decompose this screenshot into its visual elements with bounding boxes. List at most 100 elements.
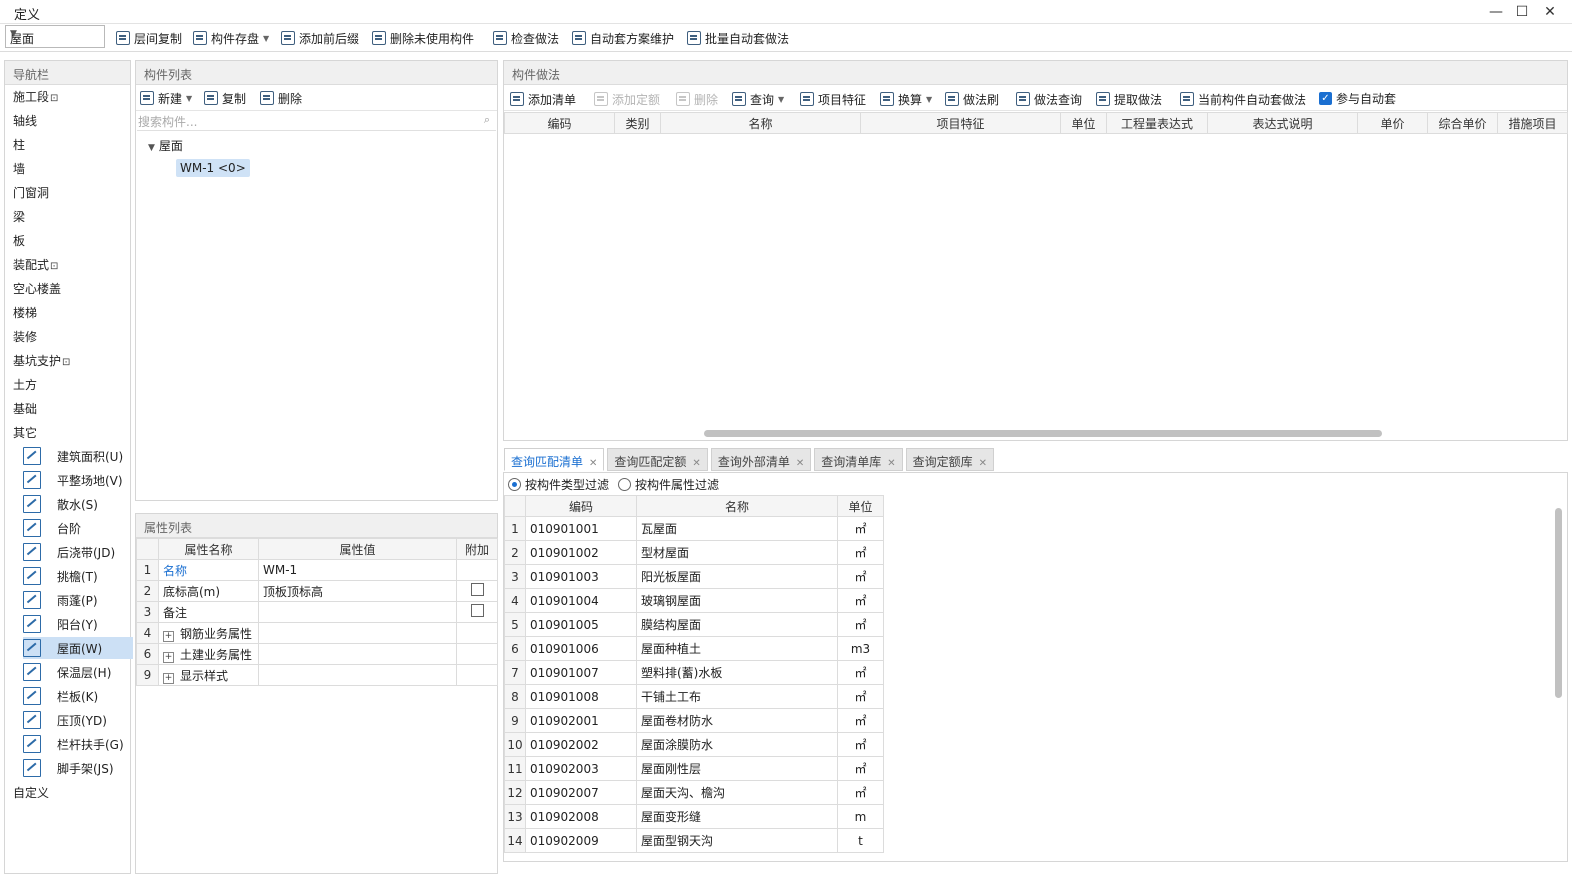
filter-type-radio[interactable]: 按构件类型过滤: [508, 476, 609, 493]
column-header[interactable]: 项目特征: [860, 112, 1061, 134]
add-prefix-suffix-button[interactable]: 添加前后缀: [281, 29, 359, 47]
component-type-select[interactable]: 屋面 ▼: [5, 25, 105, 48]
nav-sub-item[interactable]: 保温层(H): [23, 661, 133, 683]
expand-icon[interactable]: +: [163, 672, 174, 684]
table-row[interactable]: 1 010901001 瓦屋面㎡: [504, 516, 884, 541]
property-value-cell[interactable]: 顶板顶标高: [258, 580, 457, 602]
close-icon[interactable]: ✕: [1540, 2, 1560, 22]
nav-item[interactable]: 墙: [13, 159, 25, 179]
nav-item[interactable]: 基坑支护⊡: [13, 351, 70, 371]
table-row[interactable]: 2 010901002 型材屋面㎡: [504, 540, 884, 565]
property-value-cell[interactable]: WM-1: [258, 559, 457, 581]
nav-item[interactable]: 空心楼盖: [13, 279, 61, 299]
column-header[interactable]: 工程量表达式: [1106, 112, 1208, 134]
nav-item[interactable]: 轴线: [13, 111, 37, 131]
table-row[interactable]: 9 + 显示样式: [136, 664, 498, 686]
property-value-cell[interactable]: [258, 664, 457, 686]
nav-item[interactable]: 板: [13, 231, 25, 251]
nav-item[interactable]: 施工段⊡: [13, 87, 58, 107]
nav-sub-item[interactable]: 台阶: [23, 517, 133, 539]
expand-icon[interactable]: +: [163, 651, 174, 663]
attach-checkbox[interactable]: [470, 583, 484, 596]
table-row[interactable]: 6 + 土建业务属性: [136, 643, 498, 665]
nav-sub-item[interactable]: 压顶(YD): [23, 709, 133, 731]
attach-checkbox[interactable]: [470, 604, 484, 617]
table-row[interactable]: 6 010901006 屋面种植土 m3: [504, 636, 884, 661]
table-row[interactable]: 14 010902009 屋面型钢天沟 t: [504, 828, 884, 853]
nav-sub-item[interactable]: 建筑面积(U): [23, 445, 133, 467]
close-icon[interactable]: ✕: [979, 458, 987, 469]
nav-sub-item[interactable]: 阳台(Y): [23, 613, 133, 635]
method-toolbar-button[interactable]: 做法查询: [1016, 90, 1082, 108]
column-header[interactable]: 名称: [660, 112, 861, 134]
batch-auto-method-button[interactable]: 批量自动套做法: [687, 29, 789, 47]
query-tab[interactable]: 查询定额库 ✕: [905, 448, 995, 471]
expand-icon[interactable]: +: [163, 630, 174, 642]
method-toolbar-button[interactable]: 查询 ▼: [732, 90, 784, 108]
property-value-cell[interactable]: [258, 643, 457, 665]
filter-attr-radio[interactable]: 按构件属性过滤: [618, 476, 719, 493]
maximize-icon[interactable]: ☐: [1512, 2, 1532, 22]
column-header[interactable]: 表达式说明: [1207, 112, 1358, 134]
column-header[interactable]: 单位: [1060, 112, 1107, 134]
nav-item[interactable]: 装修: [13, 327, 37, 347]
method-toolbar-button[interactable]: 做法刷: [945, 90, 999, 108]
table-row[interactable]: 9 010902001 屋面卷材防水㎡: [504, 708, 884, 733]
nav-item-custom[interactable]: 自定义: [13, 783, 49, 803]
column-header[interactable]: 类别: [614, 112, 661, 134]
nav-item[interactable]: 楼梯: [13, 303, 37, 323]
component-search-input[interactable]: 搜索构件... ⌕: [137, 111, 496, 131]
table-row[interactable]: 3 010901003 阳光板屋面㎡: [504, 564, 884, 589]
nav-sub-item[interactable]: 栏杆扶手(G): [23, 733, 133, 755]
table-row[interactable]: 3 备注: [136, 601, 498, 623]
nav-item[interactable]: 门窗洞: [13, 183, 49, 203]
column-header[interactable]: 综合单价: [1427, 112, 1498, 134]
close-icon[interactable]: ✕: [692, 458, 700, 469]
tree-leaf-wm1[interactable]: WM-1 <0>: [176, 159, 250, 177]
new-component-button[interactable]: 新建 ▼: [140, 89, 192, 107]
property-value-cell[interactable]: [258, 622, 457, 644]
method-toolbar-button[interactable]: 添加清单: [510, 90, 576, 108]
method-toolbar-button[interactable]: 删除: [676, 90, 718, 108]
auto-scheme-button[interactable]: 自动套方案维护: [572, 29, 674, 47]
method-toolbar-button[interactable]: 换算 ▼: [880, 90, 932, 108]
table-row[interactable]: 13 010902008 屋面变形缝 m: [504, 804, 884, 829]
nav-sub-item[interactable]: 栏板(K): [23, 685, 133, 707]
nav-item[interactable]: 梁: [13, 207, 25, 227]
table-row[interactable]: 12 010902007 屋面天沟、檐沟㎡: [504, 780, 884, 805]
nav-item[interactable]: 装配式⊡: [13, 255, 58, 275]
method-toolbar-button[interactable]: 添加定额: [594, 90, 660, 108]
check-method-button[interactable]: 检查做法: [493, 29, 559, 47]
column-header[interactable]: 措施项目: [1497, 112, 1568, 134]
nav-sub-item[interactable]: 脚手架(JS): [23, 757, 133, 779]
table-row[interactable]: 10 010902002 屋面涂膜防水㎡: [504, 732, 884, 757]
auto-apply-checkbox[interactable]: ✓ 参与自动套: [1319, 89, 1396, 107]
query-tab[interactable]: 查询清单库 ✕: [814, 448, 903, 471]
method-toolbar-button[interactable]: 提取做法: [1096, 90, 1162, 108]
delete-component-button[interactable]: 删除: [260, 89, 302, 107]
close-icon[interactable]: ✕: [589, 458, 597, 469]
table-row[interactable]: 5 010901005 膜结构屋面㎡: [504, 612, 884, 637]
table-row[interactable]: 4 + 钢筋业务属性: [136, 622, 498, 644]
nav-item[interactable]: 土方: [13, 375, 37, 395]
method-toolbar-button[interactable]: 项目特征: [800, 90, 866, 108]
table-row[interactable]: 8 010901008 干铺土工布㎡: [504, 684, 884, 709]
nav-sub-item[interactable]: 后浇带(JD): [23, 541, 133, 563]
table-row[interactable]: 1 名称 WM-1: [136, 559, 498, 581]
query-tab[interactable]: 查询外部清单 ✕: [710, 448, 812, 471]
nav-item[interactable]: 其它: [13, 423, 37, 443]
close-icon[interactable]: ✕: [887, 458, 895, 469]
component-save-button[interactable]: 构件存盘 ▼: [193, 29, 269, 47]
nav-sub-item[interactable]: 屋面(W): [23, 637, 133, 659]
horizontal-scrollbar[interactable]: [704, 430, 1382, 437]
delete-unused-button[interactable]: 删除未使用构件: [372, 29, 474, 47]
minimize-icon[interactable]: —: [1486, 2, 1506, 22]
query-tab[interactable]: 查询匹配定额 ✕: [607, 448, 708, 471]
table-row[interactable]: 11 010902003 屋面刚性层㎡: [504, 756, 884, 781]
nav-sub-item[interactable]: 平整场地(V): [23, 469, 133, 491]
nav-sub-item[interactable]: 散水(S): [23, 493, 133, 515]
vertical-scrollbar[interactable]: [1555, 508, 1562, 698]
nav-sub-item[interactable]: 挑檐(T): [23, 565, 133, 587]
floor-copy-button[interactable]: 层间复制: [116, 29, 182, 47]
column-header[interactable]: 单价: [1357, 112, 1428, 134]
